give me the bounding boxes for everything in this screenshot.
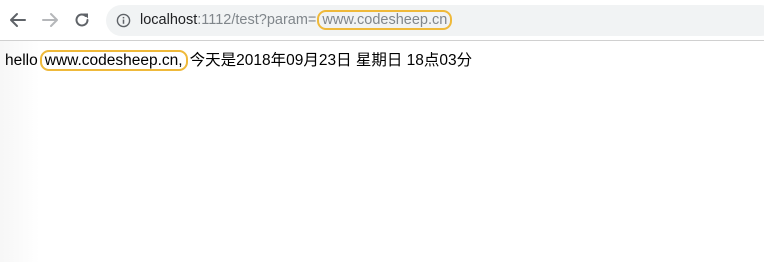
greeting-text: hello (5, 52, 38, 69)
url-host: localhost (140, 12, 198, 28)
url-path: :1112/test?param= (197, 12, 317, 28)
reload-icon (75, 13, 89, 27)
info-circle-icon[interactable] (116, 13, 131, 28)
address-bar[interactable]: localhost:1112/test?param= www.codesheep.… (106, 5, 764, 36)
back-arrow-icon (10, 13, 26, 27)
reload-button[interactable] (72, 10, 92, 30)
forward-arrow-icon (42, 13, 58, 27)
page-body-text: hello www.codesheep.cn, 今天是2018年09月23日 星期日… (5, 50, 473, 71)
back-button[interactable] (8, 10, 28, 30)
browser-toolbar: localhost:1112/test?param= www.codesheep.… (0, 0, 764, 41)
date-text: 今天是2018年09月23日 星期日 18点03分 (189, 52, 473, 69)
url-text[interactable]: localhost:1112/test?param= www.codesheep.… (140, 10, 453, 30)
page-shadow (0, 41, 40, 262)
param-echo-highlight: www.codesheep.cn, (39, 50, 188, 71)
forward-button[interactable] (40, 10, 60, 30)
url-param-highlight: www.codesheep.cn (317, 10, 453, 30)
